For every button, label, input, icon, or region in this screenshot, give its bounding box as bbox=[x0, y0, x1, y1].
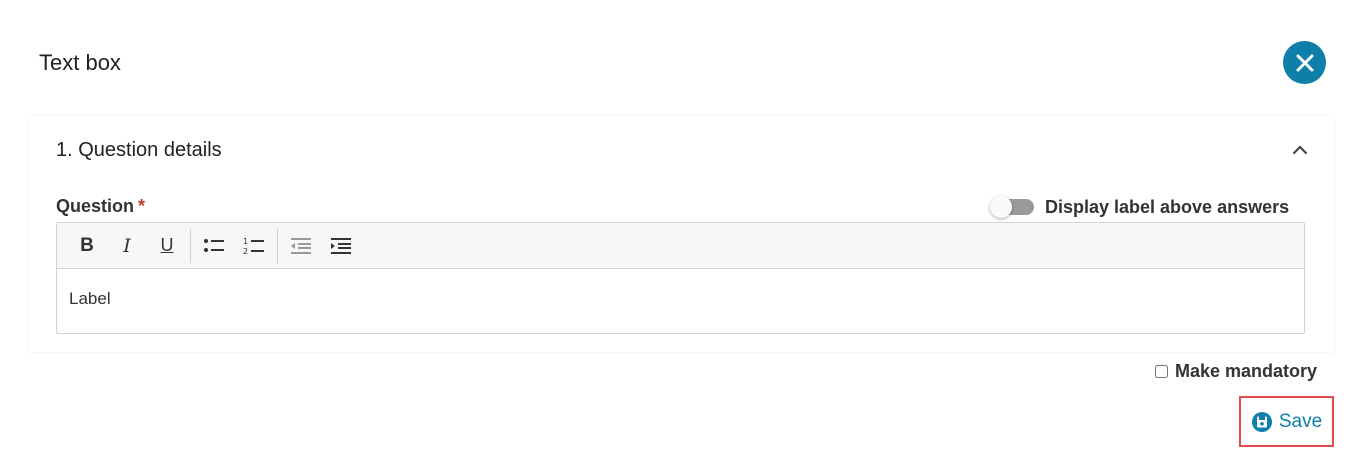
editor-content[interactable]: Label bbox=[57, 269, 1304, 334]
save-button-content: Save bbox=[1251, 411, 1322, 433]
dialog-title: Text box bbox=[39, 50, 121, 75]
question-label: Question * bbox=[56, 196, 145, 217]
indent-icon[interactable] bbox=[321, 228, 361, 264]
toggle-knob bbox=[990, 196, 1012, 218]
svg-text:1: 1 bbox=[243, 237, 248, 246]
editor-toolbar: B I U 1 2 bbox=[57, 223, 1304, 269]
make-mandatory-label: Make mandatory bbox=[1175, 361, 1318, 381]
required-marker: * bbox=[138, 196, 146, 216]
bulleted-list-icon[interactable] bbox=[194, 228, 234, 264]
outdent-icon[interactable] bbox=[281, 228, 321, 264]
svg-text:2: 2 bbox=[243, 247, 248, 256]
numbered-list-icon[interactable]: 1 2 bbox=[234, 228, 274, 264]
toolbar-divider bbox=[190, 228, 191, 263]
display-label-toggle-group: Display label above answers bbox=[990, 196, 1289, 218]
underline-icon[interactable]: U bbox=[147, 228, 187, 264]
question-details-section: 1. Question details Question * Display la… bbox=[28, 116, 1334, 352]
bold-icon[interactable]: B bbox=[67, 228, 107, 264]
save-label: Save bbox=[1278, 410, 1323, 432]
chevron-up-icon[interactable] bbox=[1291, 141, 1309, 159]
close-button[interactable] bbox=[1283, 41, 1326, 84]
save-icon bbox=[1251, 411, 1272, 432]
save-button[interactable]: Save bbox=[1239, 396, 1334, 447]
make-mandatory-option[interactable]: Make mandatory bbox=[1155, 361, 1317, 382]
make-mandatory-checkbox[interactable] bbox=[1155, 365, 1168, 378]
italic-icon[interactable]: I bbox=[107, 228, 147, 264]
question-label-text: Question bbox=[56, 196, 135, 216]
display-label-toggle-label: Display label above answers bbox=[1045, 196, 1290, 217]
toolbar-divider bbox=[277, 228, 278, 263]
section-title: 1. Question details bbox=[56, 139, 222, 161]
display-label-toggle[interactable] bbox=[990, 196, 1035, 218]
close-icon bbox=[1296, 54, 1313, 71]
rich-text-editor: B I U 1 2 Label bbox=[56, 222, 1305, 334]
